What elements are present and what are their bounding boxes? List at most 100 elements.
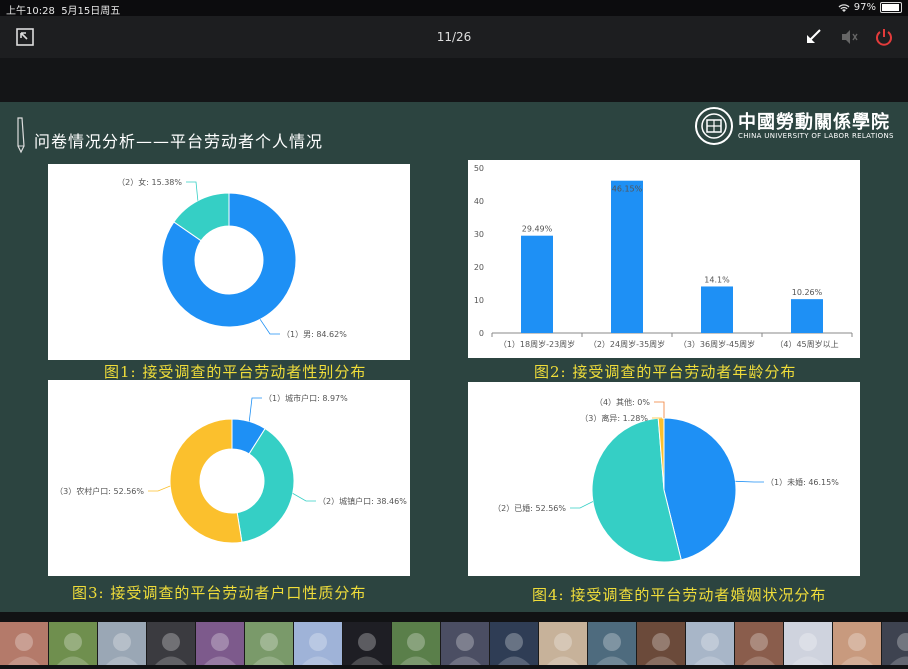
x-category-label-1: （1）18周岁-23周岁 xyxy=(499,339,575,349)
avatar-body xyxy=(498,657,530,666)
participant-thumbnail[interactable] xyxy=(735,622,783,665)
caption-figure-4: 图4: 接受调查的平台劳动者婚姻状况分布 xyxy=(532,584,826,605)
speaker-muted-icon[interactable] xyxy=(838,26,860,48)
x-category-label-2: （2）24周岁-35周岁 xyxy=(589,339,665,349)
avatar-head xyxy=(309,633,327,651)
avatar-icon xyxy=(490,622,538,665)
avatar-body xyxy=(547,657,579,666)
avatar-icon xyxy=(392,622,440,665)
wifi-icon xyxy=(838,3,850,13)
participant-thumbnail[interactable] xyxy=(294,622,342,665)
participant-thumbnail[interactable] xyxy=(245,622,293,665)
y-tick-label: 40 xyxy=(474,197,484,206)
avatar-body xyxy=(645,657,677,666)
participant-thumbnail[interactable] xyxy=(441,622,489,665)
x-category-label-4: （4）45周岁以上 xyxy=(775,339,838,349)
slice-label-2: （2）女: 15.38% xyxy=(117,177,182,187)
avatar-head xyxy=(799,633,817,651)
viewer-toolbar: 11/26 xyxy=(0,16,908,58)
leader-line-3 xyxy=(148,486,170,491)
avatar-icon xyxy=(539,622,587,665)
avatar-head xyxy=(113,633,131,651)
avatar-head xyxy=(64,633,82,651)
slice-label-3: （3）农村户口: 52.56% xyxy=(55,486,144,496)
avatar-icon xyxy=(637,622,685,665)
participant-thumbnail[interactable] xyxy=(882,622,908,665)
bar-value-label-1: 29.49% xyxy=(522,225,553,234)
participant-thumbnail[interactable] xyxy=(588,622,636,665)
avatar-head xyxy=(848,633,866,651)
avatar-icon xyxy=(98,622,146,665)
leader-line-1 xyxy=(249,398,262,421)
participant-strip[interactable] xyxy=(0,622,908,665)
avatar-head xyxy=(652,633,670,651)
slice-label-2: （2）城镇户口: 38.46% xyxy=(318,496,407,506)
participant-thumbnail[interactable] xyxy=(98,622,146,665)
battery-icon xyxy=(880,2,902,13)
avatar-icon xyxy=(784,622,832,665)
slide-title: 问卷情况分析——平台劳动者个人情况 xyxy=(34,128,323,152)
participant-thumbnail[interactable] xyxy=(490,622,538,665)
power-icon[interactable] xyxy=(873,26,895,48)
participant-thumbnail[interactable] xyxy=(196,622,244,665)
caption-figure-3: 图3: 接受调查的平台劳动者户口性质分布 xyxy=(72,582,366,603)
avatar-body xyxy=(596,657,628,666)
bar-value-label-3: 14.1% xyxy=(704,275,730,284)
avatar-body xyxy=(302,657,334,666)
avatar-head xyxy=(260,633,278,651)
avatar-body xyxy=(400,657,432,666)
bar-4 xyxy=(791,299,823,333)
leader-line-1 xyxy=(260,319,280,334)
status-bar: 上午10:28 5月15日周五 97% xyxy=(0,0,908,16)
participant-thumbnail[interactable] xyxy=(49,622,97,665)
bar-2 xyxy=(611,181,643,333)
avatar-body xyxy=(841,657,873,666)
participant-thumbnail[interactable] xyxy=(784,622,832,665)
bar-value-label-4: 10.26% xyxy=(792,288,823,297)
avatar-icon xyxy=(0,622,48,665)
participant-thumbnail[interactable] xyxy=(833,622,881,665)
avatar-icon xyxy=(196,622,244,665)
y-tick-label: 50 xyxy=(474,164,484,173)
avatar-body xyxy=(8,657,40,666)
avatar-head xyxy=(603,633,621,651)
avatar-body xyxy=(57,657,89,666)
avatar-icon xyxy=(343,622,391,665)
avatar-icon xyxy=(49,622,97,665)
avatar-head xyxy=(554,633,572,651)
minimize-arrow-icon[interactable] xyxy=(802,26,824,48)
page-counter: 11/26 xyxy=(0,30,908,44)
leader-line-2 xyxy=(570,502,593,508)
chart-panel-marital: （1）未婚: 46.15%（2）已婚: 52.56%（3）离异: 1.28%（4… xyxy=(468,382,860,576)
y-tick-label: 30 xyxy=(474,230,484,239)
participant-thumbnail[interactable] xyxy=(539,622,587,665)
chart-panel-gender: （1）男: 84.62%（2）女: 15.38% xyxy=(48,164,410,360)
avatar-body xyxy=(253,657,285,666)
battery-percent: 97% xyxy=(854,2,876,13)
participant-thumbnail[interactable] xyxy=(392,622,440,665)
university-seal-icon xyxy=(694,106,734,146)
avatar-head xyxy=(358,633,376,651)
participant-thumbnail[interactable] xyxy=(637,622,685,665)
spacer xyxy=(0,58,908,102)
chart-panel-age: 0102030405029.49%（1）18周岁-23周岁46.15%（2）24… xyxy=(468,160,860,358)
participant-thumbnail[interactable] xyxy=(0,622,48,665)
participant-thumbnail[interactable] xyxy=(147,622,195,665)
avatar-body xyxy=(743,657,775,666)
logo-chinese-name: 中國勞動關係學院 xyxy=(738,108,890,134)
slice-label-3: （3）离异: 1.28% xyxy=(580,413,648,423)
caption-figure-1: 图1: 接受调查的平台劳动者性别分布 xyxy=(104,361,366,382)
avatar-body xyxy=(694,657,726,666)
avatar-body xyxy=(890,657,908,666)
participant-thumbnail[interactable] xyxy=(343,622,391,665)
participant-thumbnail[interactable] xyxy=(686,622,734,665)
avatar-body xyxy=(155,657,187,666)
bar-3 xyxy=(701,286,733,333)
avatar-icon xyxy=(245,622,293,665)
avatar-body xyxy=(106,657,138,666)
avatar-body xyxy=(792,657,824,666)
caption-figure-2: 图2: 接受调查的平台劳动者年龄分布 xyxy=(534,361,796,382)
slice-label-2: （2）已婚: 52.56% xyxy=(493,503,566,513)
avatar-head xyxy=(750,633,768,651)
chart-panel-hukou: （1）城市户口: 8.97%（2）城镇户口: 38.46%（3）农村户口: 52… xyxy=(48,380,410,576)
